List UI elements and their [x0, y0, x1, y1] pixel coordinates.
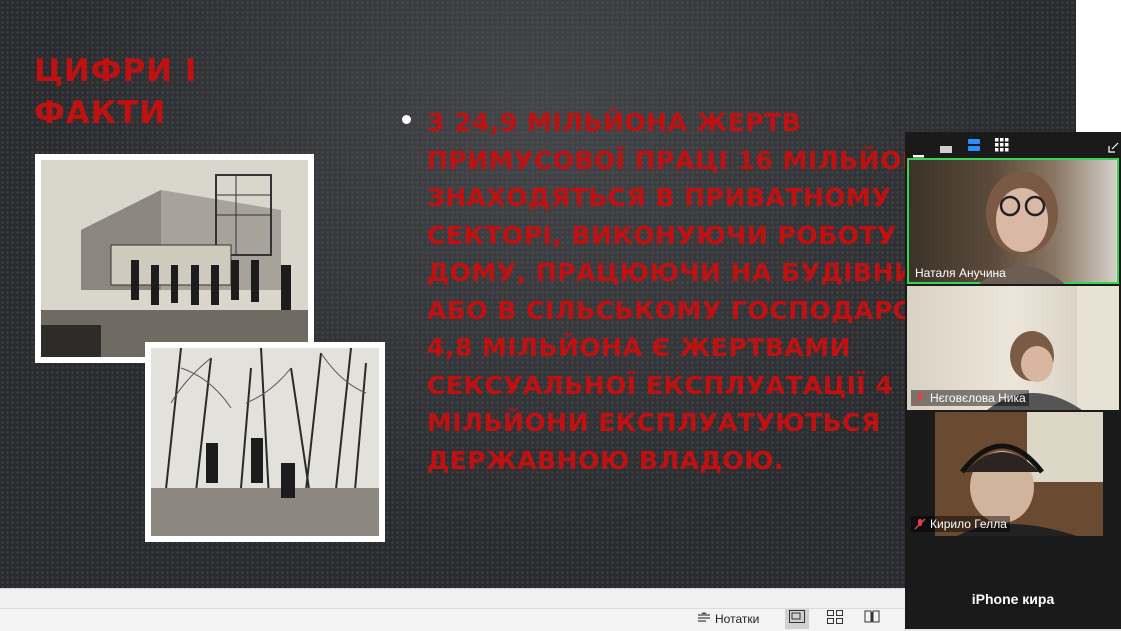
- reading-view-icon: [864, 610, 880, 628]
- reading-view-button[interactable]: [860, 609, 884, 629]
- mic-muted-icon: [914, 518, 926, 530]
- window-icon[interactable]: [940, 141, 952, 159]
- participant-tile[interactable]: Наталя Анучина: [907, 158, 1119, 284]
- pyramid-engraving-image: [35, 154, 314, 363]
- slide-sorter-button[interactable]: [823, 609, 847, 629]
- window-background-strip: [1076, 0, 1121, 132]
- normal-view-button[interactable]: [785, 609, 809, 629]
- sugarcane-engraving-image: [145, 342, 385, 542]
- mic-muted-icon: [914, 392, 926, 404]
- notes-icon: [697, 611, 711, 627]
- participant-tile[interactable]: Нєговєлова Ника: [907, 286, 1119, 410]
- normal-view-icon: [789, 610, 805, 628]
- exit-fullscreen-icon[interactable]: [1108, 140, 1119, 158]
- gallery-view-icon[interactable]: [995, 138, 1009, 157]
- notes-button[interactable]: Нотатки: [697, 610, 759, 628]
- status-bar: Нотатки: [0, 588, 905, 631]
- participant-name: Нєговєлова Ника: [911, 390, 1029, 406]
- slide-bullet-text: 3 24,9 мільйона жертв примусової праці 1…: [427, 108, 987, 475]
- speaker-view-icon[interactable]: [968, 138, 980, 156]
- slide-sorter-icon: [827, 609, 843, 629]
- participant-name: Кирило Гелла: [911, 516, 1010, 532]
- status-bar-inner: [0, 608, 905, 631]
- bullet-dot: [402, 115, 411, 124]
- video-call-toolbar: [905, 132, 1121, 158]
- participant-tile[interactable]: Кирило Гелла: [907, 412, 1119, 536]
- video-call-panel: Наталя Анучина Нєговєлова Ника Кирило Ге…: [905, 132, 1121, 629]
- notes-label: Нотатки: [715, 612, 760, 626]
- slide-title: Цифри і факти: [34, 53, 198, 131]
- participant-name-only: iPhone кира: [971, 591, 1055, 607]
- participant-name: Наталя Анучина: [915, 266, 1006, 280]
